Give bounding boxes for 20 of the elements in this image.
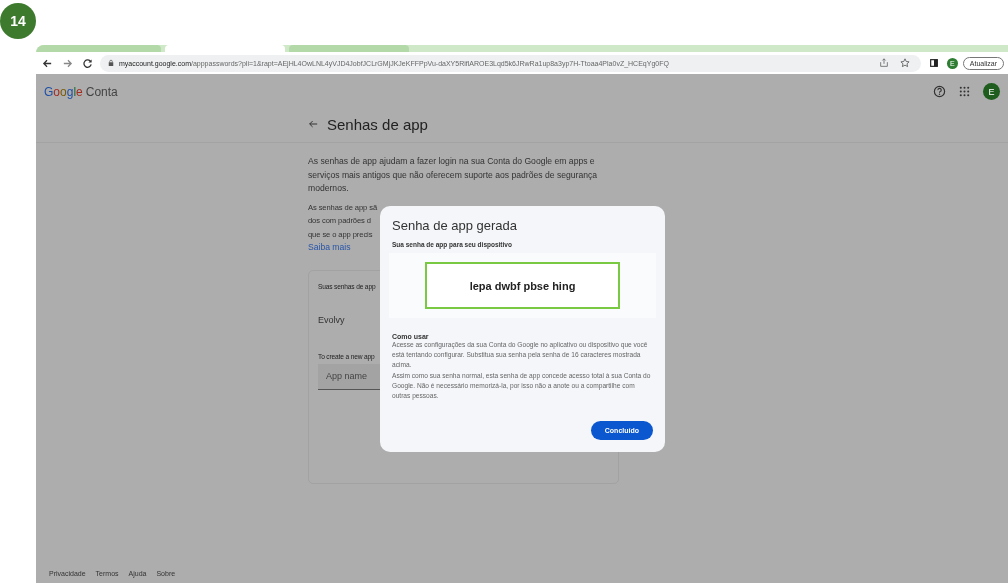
intro-paragraph: As senhas de app ajudam a fazer login na sua Conta do Google em apps e serviços mais antigos que não oferecem suporte aos padrões de segurança modernos. — [308, 155, 598, 195]
learn-more-link[interactable]: Saiba mais — [308, 241, 351, 255]
page-title: Senhas de app — [327, 115, 428, 133]
sidebar-icon[interactable] — [928, 58, 939, 68]
reload-icon[interactable] — [82, 57, 93, 69]
lock-icon — [108, 59, 114, 67]
share-icon[interactable] — [878, 58, 889, 68]
password-text: lepa dwbf pbse hing — [425, 262, 620, 309]
back-icon[interactable] — [42, 57, 53, 69]
google-logo[interactable]: Google — [44, 84, 83, 99]
dialog-title: Senha de app gerada — [392, 218, 519, 233]
back-arrow-icon[interactable] — [308, 119, 318, 129]
help-icon[interactable] — [933, 85, 946, 98]
account-avatar[interactable]: E — [983, 83, 1000, 100]
forward-icon[interactable] — [62, 57, 73, 69]
star-icon[interactable] — [899, 58, 910, 68]
apps-grid-icon[interactable] — [958, 85, 971, 98]
product-name: Conta — [85, 84, 118, 99]
step-badge: 14 — [0, 3, 36, 39]
app-name: Evolvy — [318, 314, 345, 325]
